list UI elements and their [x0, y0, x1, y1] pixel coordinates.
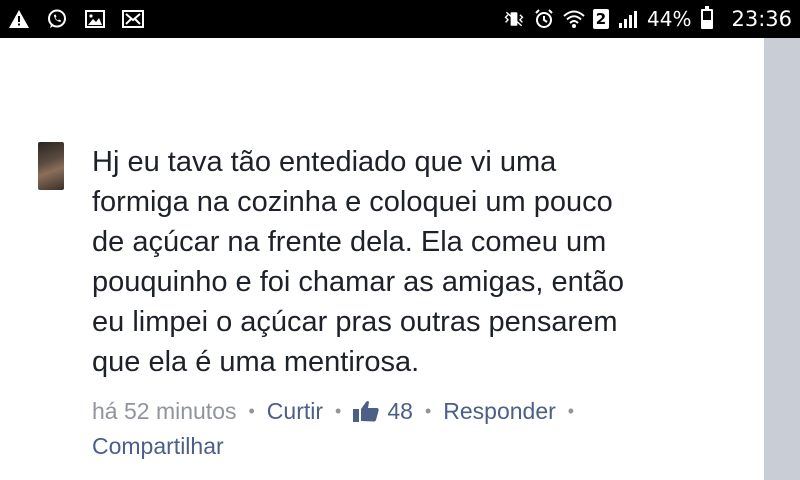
status-bar-system: 2 44% 23:36	[503, 0, 792, 38]
vibrate-icon	[503, 8, 525, 30]
comment-actions: há 52 minutos • Curtir • 48 • Responder • Compar…	[92, 395, 732, 462]
status-bar: 2 44% 23:36	[0, 0, 800, 38]
alert-icon	[8, 8, 30, 30]
like-count[interactable]: 48	[387, 398, 413, 424]
separator-dot: •	[424, 401, 432, 421]
wifi-icon	[563, 8, 585, 30]
like-button[interactable]: Curtir	[267, 398, 323, 424]
comment-text-line: que ela é uma mentirosa.	[92, 346, 420, 378]
separator-dot: •	[248, 401, 255, 421]
comment-text-line: formiga na cozinha e coloquei um pouco	[92, 186, 613, 218]
comment-timestamp: há 52 minutos	[92, 398, 237, 424]
battery-icon	[701, 6, 714, 29]
screen: 2 44% 23:36 Hj eu tava tão entediado que…	[0, 0, 800, 480]
sim-2-icon: 2	[593, 9, 610, 29]
whatsapp-icon	[46, 8, 68, 30]
missed-call-icon	[122, 8, 144, 30]
image-icon	[84, 8, 106, 30]
comment-body: Hj eu tava tão entediado que vi uma form…	[92, 142, 732, 462]
battery-level	[703, 19, 712, 27]
alarm-icon	[533, 8, 555, 30]
battery-percent: 44%	[647, 7, 692, 31]
comment-text: Hj eu tava tão entediado que vi uma form…	[92, 142, 732, 382]
side-rail	[764, 38, 800, 480]
reply-button[interactable]: Responder	[443, 398, 556, 424]
thumbs-up-icon[interactable]	[353, 398, 379, 430]
comment-text-line: Hj eu tava tão entediado que vi uma	[92, 146, 557, 178]
share-button[interactable]: Compartilhar	[92, 433, 224, 459]
signal-icon	[617, 8, 639, 30]
status-bar-notifications	[8, 0, 144, 38]
comment-text-line: pouquinho e foi chamar as amigas, então	[92, 266, 625, 298]
separator-dot: •	[335, 401, 342, 421]
comment-text-line: de açúcar na frente dela. Ela comeu um	[92, 226, 607, 258]
user-avatar[interactable]	[38, 142, 64, 190]
separator-dot: •	[567, 401, 575, 421]
comment-text-line: eu limpei o açúcar pras outras pensarem	[92, 306, 618, 338]
status-clock: 23:36	[731, 7, 792, 31]
